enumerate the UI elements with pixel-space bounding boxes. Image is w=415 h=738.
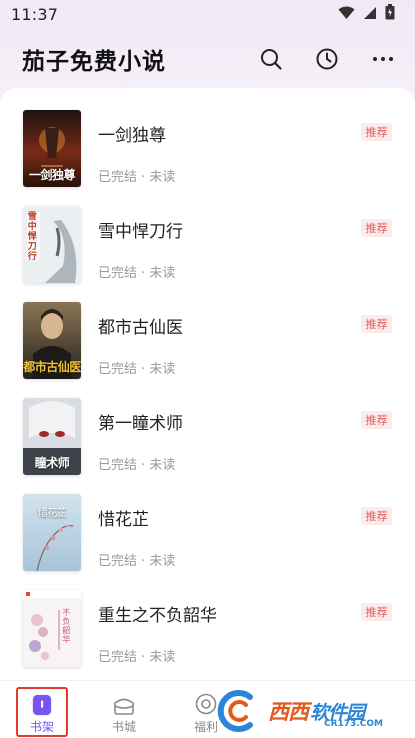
book-info: 都市古仙医 已完结 · 未读 xyxy=(98,302,183,377)
app-header: 茄子免费小说 xyxy=(0,38,415,80)
book-info: 一剑独尊 已完结 · 未读 xyxy=(98,110,175,185)
book-item[interactable]: 雪中悍刀行 雪中悍刀行 已完结 · 未读 推荐 xyxy=(0,206,415,302)
app-title: 茄子免费小说 xyxy=(22,49,166,75)
book-item[interactable]: 一剑独尊 一剑独尊 已完结 · 未读 推荐 xyxy=(0,110,415,206)
search-icon xyxy=(261,49,282,70)
book-title: 重生之不负韶华 xyxy=(98,606,217,626)
history-icon xyxy=(316,48,338,70)
book-status: 已完结 · 未读 xyxy=(98,362,176,377)
bookshelf-icon xyxy=(32,694,52,716)
more-button[interactable] xyxy=(371,47,395,71)
tab-label: 福利 xyxy=(193,720,218,734)
book-status: 已完结 · 未读 xyxy=(98,458,176,473)
battery-icon xyxy=(385,4,395,24)
book-item[interactable]: 不负韶华 重生之不负韶华 已完结 · 未读 推荐 xyxy=(0,590,415,686)
book-status: 已完结 · 未读 xyxy=(98,266,176,281)
book-cover[interactable]: 不负韶华 xyxy=(23,590,81,667)
history-button[interactable] xyxy=(315,47,339,71)
book-info: 雪中悍刀行 已完结 · 未读 xyxy=(98,206,183,281)
cover-title: 瞳术师 xyxy=(34,456,70,470)
book-cover[interactable]: 一剑独尊 xyxy=(23,110,81,187)
cover-title: 都市古仙医 xyxy=(23,360,81,374)
book-cover[interactable]: 瞳术师 xyxy=(23,398,81,475)
watermark-logo-icon xyxy=(217,690,253,732)
watermark-text: 西西 xyxy=(268,700,309,724)
book-info: 惜花芷 已完结 · 未读 xyxy=(98,494,175,569)
status-bar: 11:37 xyxy=(0,0,415,28)
book-info: 重生之不负韶华 已完结 · 未读 xyxy=(98,590,217,665)
book-item[interactable]: 都市古仙医 都市古仙医 已完结 · 未读 推荐 xyxy=(0,302,415,398)
tab-label: 书架 xyxy=(29,720,54,734)
book-item[interactable]: 瞳术师 第一瞳术师 已完结 · 未读 推荐 xyxy=(0,398,415,494)
wifi-icon xyxy=(338,5,355,24)
site-watermark: 西西 软件园 CR173.COM xyxy=(216,687,402,735)
tab-bookstore[interactable]: 书城 xyxy=(98,687,150,737)
header-actions xyxy=(259,47,395,71)
recommend-badge: 推荐 xyxy=(361,219,392,237)
bookstore-icon xyxy=(114,698,134,715)
book-info: 第一瞳术师 已完结 · 未读 xyxy=(98,398,183,473)
recommend-badge: 推荐 xyxy=(361,603,392,621)
status-time: 11:37 xyxy=(11,4,59,24)
recommend-badge: 推荐 xyxy=(361,411,392,429)
recommend-badge: 推荐 xyxy=(361,123,392,141)
tab-bookshelf[interactable]: 书架 xyxy=(16,687,68,737)
signal-icon xyxy=(363,5,377,24)
watermark-url: CR173.COM xyxy=(324,719,383,729)
tab-label: 书城 xyxy=(111,720,136,734)
book-title: 都市古仙医 xyxy=(98,318,183,338)
book-list: 一剑独尊 一剑独尊 已完结 · 未读 推荐 雪中悍刀行 雪中悍刀行 已完结 · … xyxy=(0,88,415,686)
welfare-icon xyxy=(195,693,217,715)
book-title: 惜花芷 xyxy=(98,510,149,530)
book-title: 一剑独尊 xyxy=(98,126,166,146)
cover-title: 惜花芷 xyxy=(37,508,67,519)
bookshelf-content: 一剑独尊 一剑独尊 已完结 · 未读 推荐 雪中悍刀行 雪中悍刀行 已完结 · … xyxy=(0,88,415,680)
cover-title: 雪中悍刀行 xyxy=(27,212,37,262)
cover-title: 一剑独尊 xyxy=(28,168,76,182)
book-cover[interactable]: 惜花芷 xyxy=(23,494,81,571)
book-title: 第一瞳术师 xyxy=(98,414,183,434)
cover-title: 不负韶华 xyxy=(62,608,70,644)
app-screen: 11:37 茄子免费小说 一剑独尊 一剑独尊 已完结 · 未读 推荐 雪中悍刀行… xyxy=(0,0,415,738)
book-title: 雪中悍刀行 xyxy=(98,222,183,242)
bottom-tab-bar: 书架 书城 福利 西西 软件园 CR173.COM xyxy=(0,680,415,738)
book-status: 已完结 · 未读 xyxy=(98,650,176,665)
book-status: 已完结 · 未读 xyxy=(98,554,176,569)
recommend-badge: 推荐 xyxy=(361,315,392,333)
book-cover[interactable]: 都市古仙医 xyxy=(23,302,81,379)
recommend-badge: 推荐 xyxy=(361,507,392,525)
book-status: 已完结 · 未读 xyxy=(98,170,176,185)
status-icons xyxy=(338,4,395,24)
book-item[interactable]: 惜花芷 惜花芷 已完结 · 未读 推荐 xyxy=(0,494,415,590)
search-button[interactable] xyxy=(259,47,283,71)
book-cover[interactable]: 雪中悍刀行 xyxy=(23,206,81,283)
more-icon xyxy=(373,57,393,61)
